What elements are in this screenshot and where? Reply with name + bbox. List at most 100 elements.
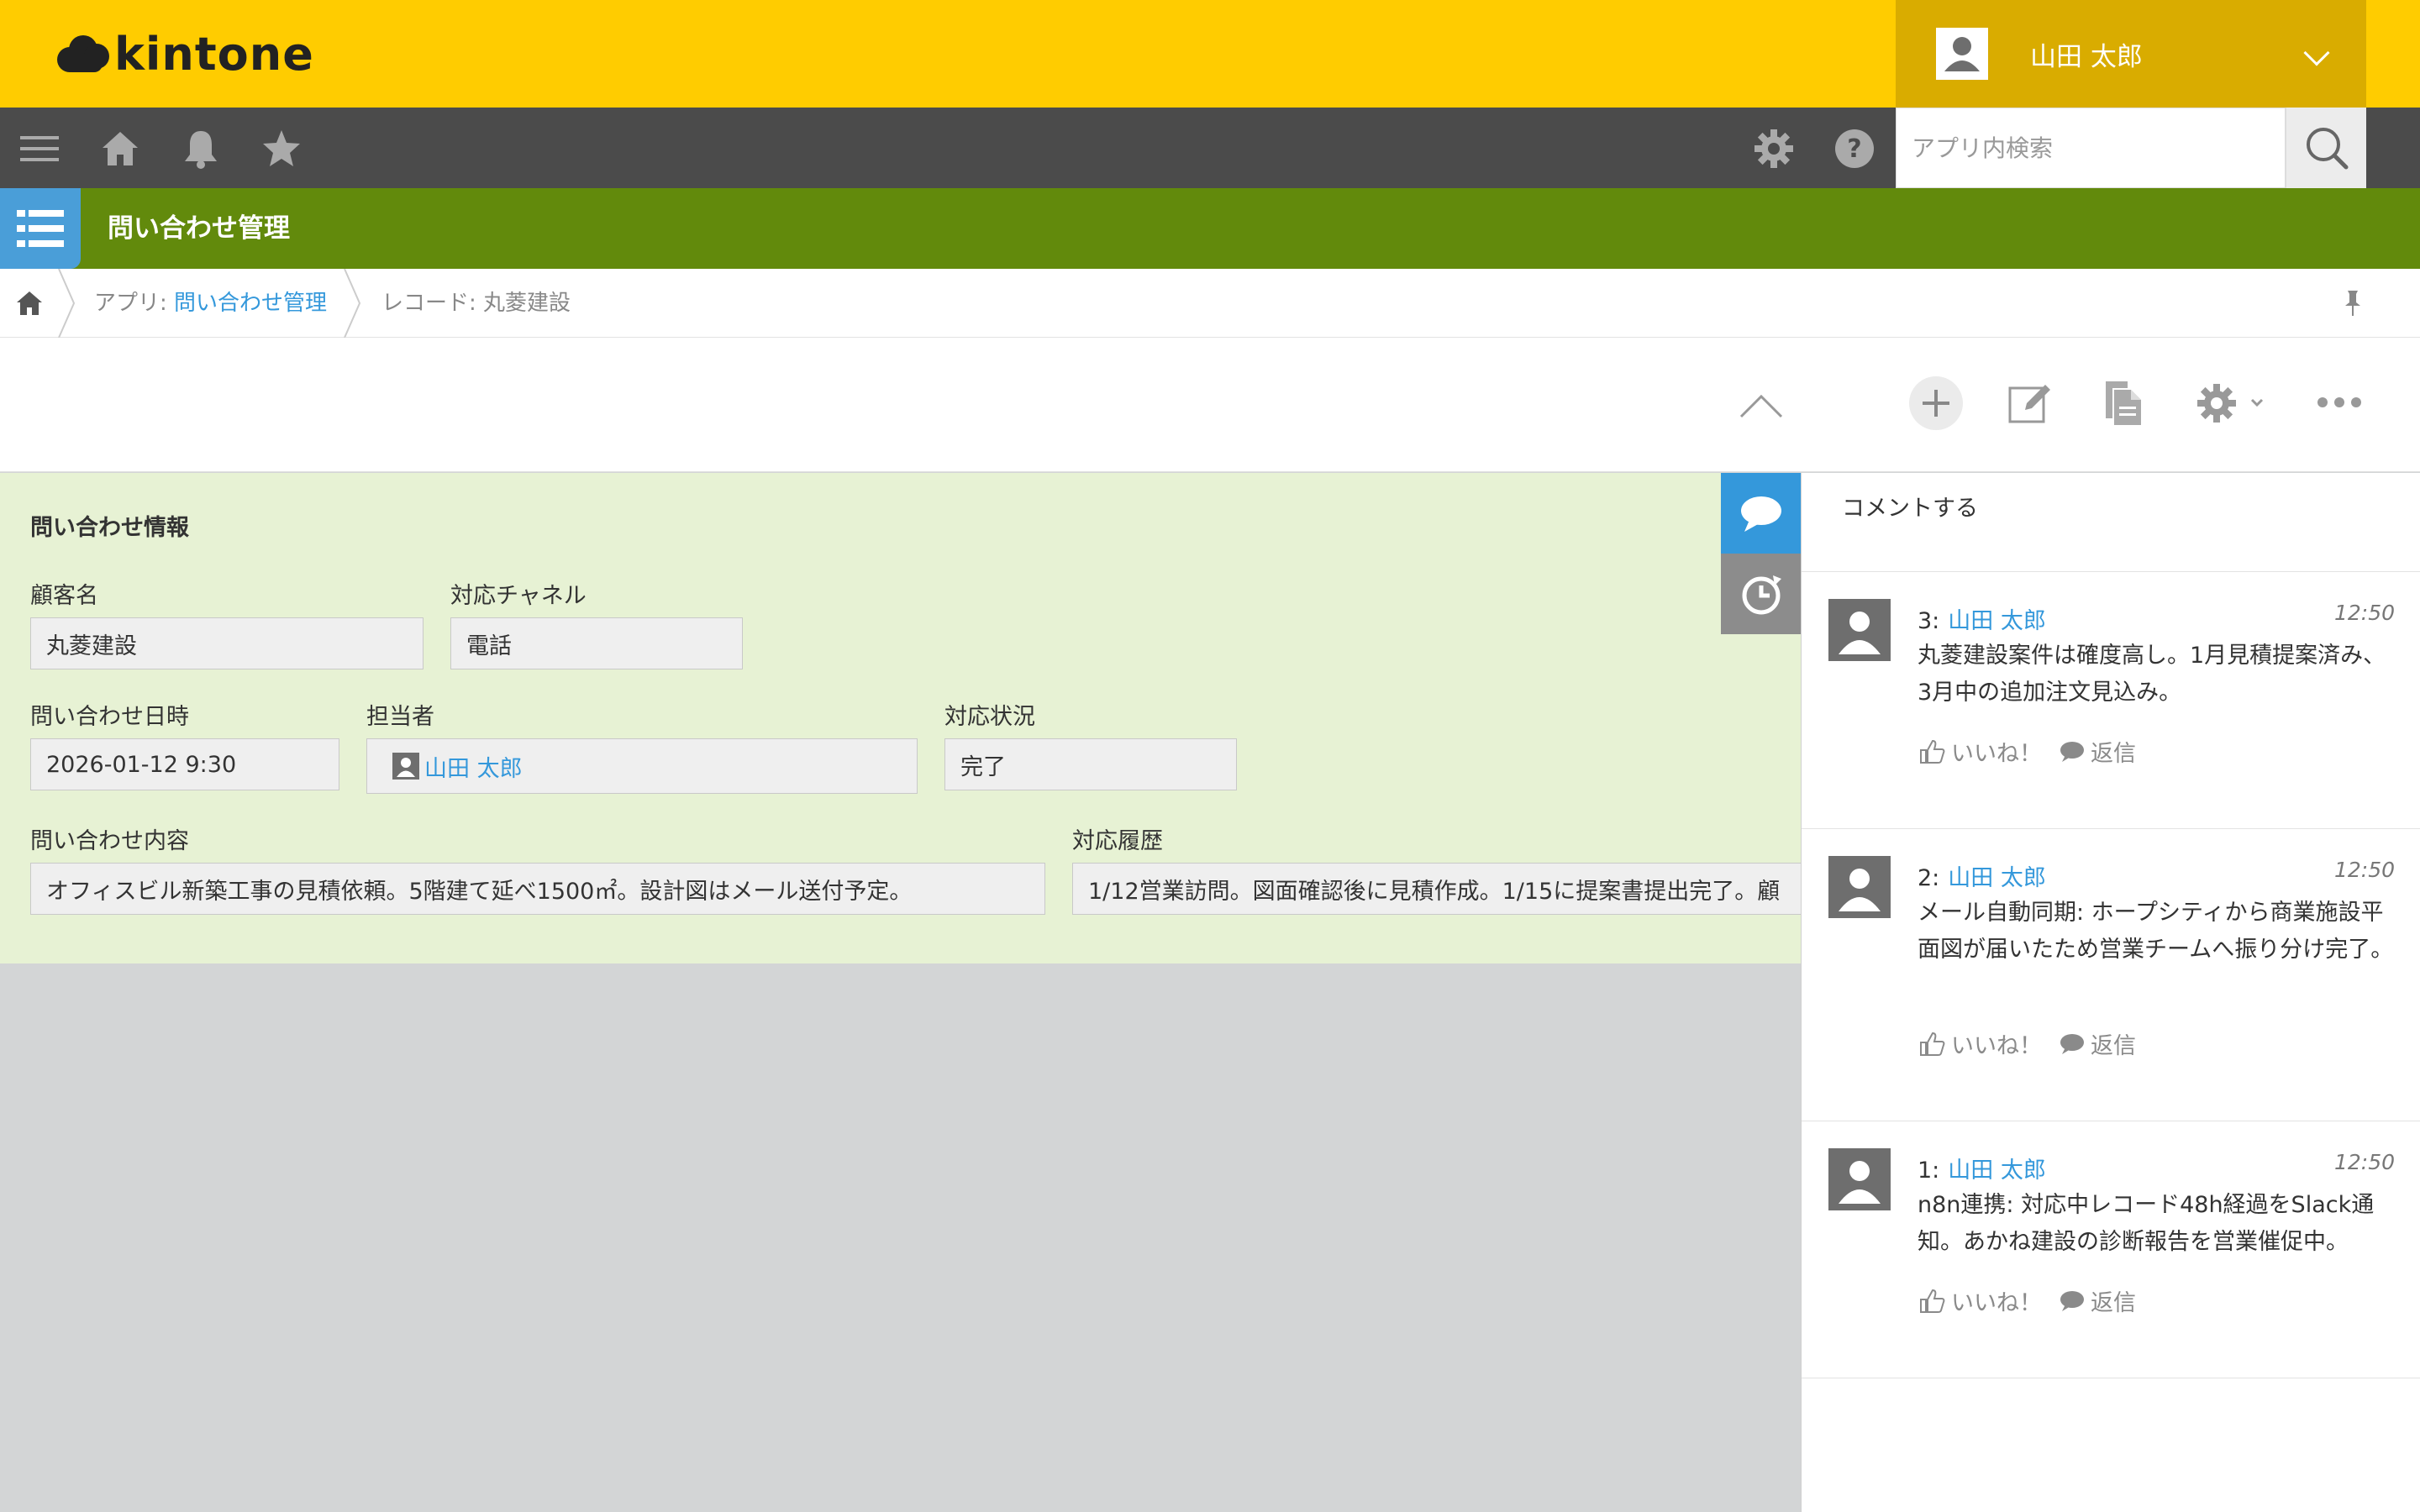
assignee-field: 山田 太郎 [366,738,918,794]
help-icon[interactable]: ? [1833,128,1876,170]
comment-user-link[interactable]: 山田 太郎 [1948,1158,2046,1184]
kintone-logo[interactable]: kintone [57,24,314,84]
breadcrumb-app: アプリ: 問い合わせ管理 [94,269,327,338]
breadcrumb: アプリ: 問い合わせ管理 レコード: 丸菱建設 [0,269,2420,338]
history-clock-icon [1742,575,1781,615]
reply-button[interactable]: 返信 [2059,1284,2136,1317]
search-button[interactable] [2286,108,2366,188]
chevron-down-icon [2303,39,2330,66]
like-button[interactable]: いいね！ [1918,1027,2042,1060]
menu-icon[interactable] [18,128,60,170]
comment-item: 2: 山田 太郎 12:50 メール自動同期: ホープシティから商業施設平面図が届… [1802,829,2420,1121]
comment-input[interactable]: コメントする [1802,473,2420,572]
user-name: 山田 太郎 [2030,41,2143,72]
customer-label: 顧客名 [30,583,98,609]
breadcrumb-separator [344,269,361,338]
breadcrumb-app-prefix: アプリ: [94,291,175,316]
user-icon [392,753,419,780]
like-button[interactable]: いいね！ [1918,1284,2042,1317]
history-label: 対応履歴 [1072,828,1163,854]
app-title-bar [0,188,2420,269]
customer-field: 丸菱建設 [30,617,424,669]
app-title[interactable]: 問い合わせ管理 [108,188,290,269]
collapse-up-icon[interactable] [1736,381,1786,432]
reply-bubble-icon [2060,741,2084,762]
comment-item: 1: 山田 太郎 12:50 n8n連携: 対応中レコード48h経過をSlack通… [1802,1121,2420,1378]
breadcrumb-record: レコード: 丸菱建設 [381,291,571,316]
comment-number: 1: [1918,1158,1940,1184]
comment-actions: いいね！ 返信 [1918,1027,2136,1060]
edit-pencil-icon [2008,385,2050,423]
comment-header: 2: 山田 太郎 [1918,859,2046,892]
logo-text: kintone [114,27,314,81]
home-icon[interactable] [99,128,141,170]
plus-icon [1909,376,1963,430]
comment-time: 12:50 [2333,858,2395,882]
comment-body: n8n連携: 対応中レコード48h経過をSlack通知。あかね建設の診断報告を営… [1918,1192,2375,1255]
assignee-user-link[interactable]: 山田 太郎 [424,750,523,783]
user-menu-button[interactable]: 山田 太郎 [1896,0,2366,108]
datetime-label: 問い合わせ日時 [30,704,189,730]
comment-number: 2: [1918,865,1940,891]
comment-user-link[interactable]: 山田 太郎 [1948,608,2046,634]
bell-icon[interactable] [180,128,222,170]
comment-header: 1: 山田 太郎 [1918,1152,2046,1184]
commenter-avatar-icon [1828,599,1891,661]
commenter-avatar-icon [1828,1148,1891,1210]
thumbs-up-icon [1920,739,1945,764]
gear-dropdown-icon [2197,384,2264,423]
star-icon[interactable] [260,128,302,170]
comment-time: 12:50 [2333,601,2395,625]
like-label: いいね！ [1951,1033,2042,1059]
reply-label: 返信 [2091,1033,2136,1059]
comment-body: メール自動同期: ホープシティから商業施設平面図が届いたため営業チームへ振り分け… [1918,900,2394,963]
breadcrumb-separator [58,269,76,338]
comment-header: 3: 山田 太郎 [1918,602,2046,635]
svg-text:?: ? [1847,134,1861,164]
more-options-icon[interactable] [2316,390,2363,415]
history-tab[interactable] [1721,554,1802,634]
channel-label: 対応チャネル [450,583,587,609]
record-form: 問い合わせ情報 顧客名 丸菱建設 対応チャネル 電話 問い合わせ日時 2026-… [0,473,1801,963]
history-field: 1/12営業訪問。図面確認後に見積作成。1/15に提案書提出完了。顧 [1072,863,1801,915]
comment-panel: コメントする 3: 山田 太郎 12:50 丸菱建設案件は確度高し。1月見積提案済… [1801,473,2420,1512]
edit-record-button[interactable] [2007,380,2054,427]
reply-button[interactable]: 返信 [2059,735,2136,768]
content-field: オフィスビル新築工事の見積依頼。5階建て延べ1500㎡。設計図はメール送付予定。 [30,863,1045,915]
search-icon [2307,128,2349,170]
user-avatar-icon [1936,28,1988,80]
thumbs-up-icon [1920,1032,1945,1056]
section-title: 問い合わせ情報 [30,515,189,541]
app-list-icon[interactable] [0,188,81,269]
record-settings-button[interactable] [2195,380,2272,427]
add-record-button[interactable] [1909,376,1963,430]
breadcrumb-app-link[interactable]: 問い合わせ管理 [174,291,327,316]
content-label: 問い合わせ内容 [30,828,189,854]
reply-label: 返信 [2091,1290,2136,1316]
thumbs-up-icon [1920,1289,1945,1313]
gear-icon[interactable] [1753,128,1795,170]
status-label: 対応状況 [944,704,1035,730]
datetime-field: 2026-01-12 9:30 [30,738,339,790]
speech-bubble-icon [1741,496,1781,532]
reply-label: 返信 [2091,741,2136,767]
like-label: いいね！ [1951,741,2042,767]
record-toolbar [0,338,2420,472]
status-field: 完了 [944,738,1237,790]
breadcrumb-home-icon[interactable] [15,289,44,318]
pin-icon[interactable] [2338,287,2368,318]
reply-button[interactable]: 返信 [2059,1027,2136,1060]
reply-bubble-icon [2060,1290,2084,1311]
like-button[interactable]: いいね！ [1918,735,2042,768]
copy-document-icon [2106,381,2141,425]
duplicate-record-button[interactable] [2102,380,2144,427]
comment-user-link[interactable]: 山田 太郎 [1948,865,2046,891]
comment-actions: いいね！ 返信 [1918,735,2136,768]
search-input[interactable] [1897,108,2285,187]
search-box [1896,108,2286,188]
comment-item: 3: 山田 太郎 12:50 丸菱建設案件は確度高し。1月見積提案済み、3月中の追… [1802,572,2420,829]
comment-body: 丸菱建設案件は確度高し。1月見積提案済み、3月中の追加注文見込み。 [1918,643,2386,706]
comment-tab[interactable] [1721,473,1802,554]
like-label: いいね！ [1951,1290,2042,1316]
commenter-avatar-icon [1828,856,1891,918]
